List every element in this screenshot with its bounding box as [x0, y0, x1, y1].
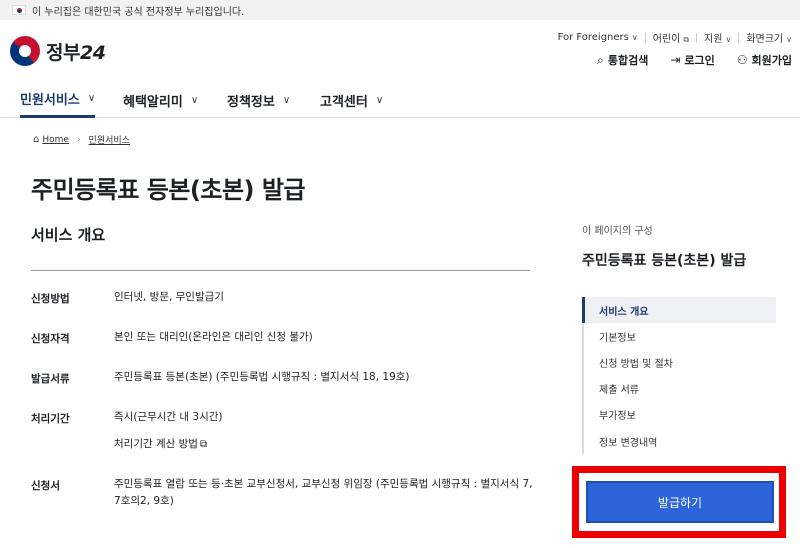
- detail-label-processing: 처리기간: [31, 413, 70, 425]
- processing-calc-link[interactable]: 처리기간 계산 방법 ⧉: [114, 436, 207, 453]
- login-icon: ⇥: [670, 53, 681, 67]
- breadcrumb-home-link[interactable]: Home: [42, 135, 69, 145]
- toc-caption: 이 페이지의 구성: [582, 226, 653, 237]
- support-menu[interactable]: 지원 ∨: [704, 30, 731, 45]
- chevron-right-icon: ›: [76, 134, 81, 145]
- breadcrumb-current-link[interactable]: 민원서비스: [89, 133, 130, 146]
- chevron-down-icon: ∨: [190, 94, 199, 106]
- nav-item-policy[interactable]: 정책정보 ∨: [227, 82, 290, 118]
- for-foreigners-menu[interactable]: For Foreigners ∨: [558, 32, 638, 43]
- nav-item-customer-center[interactable]: 고객센터 ∨: [320, 82, 383, 118]
- signup-button[interactable]: ⚇ 회원가입: [737, 52, 792, 68]
- external-link-icon: ⧉: [683, 35, 690, 44]
- toc-item-additional-info[interactable]: 부가정보: [584, 402, 776, 428]
- detail-value-documents: 주민등록표 등본(초본) (주민등록법 시행규칙 : 별지서식 18, 19호): [114, 371, 410, 383]
- detail-value-application-form: 주민등록표 열람 또는 등·초본 교부신청서, 교부신청 위임장 (주민등록법 …: [114, 478, 533, 507]
- detail-value-method: 인터넷, 방문, 무인발급기: [114, 291, 224, 303]
- toc-title: 주민등록표 등본(초본) 발급: [582, 253, 747, 269]
- gov-banner: 이 누리집은 대한민국 공식 전자정부 누리집입니다.: [0, 0, 800, 20]
- screen-size-menu[interactable]: 화면크기 ∨: [746, 30, 792, 45]
- toc-item-documents[interactable]: 제출 서류: [584, 376, 776, 402]
- login-button[interactable]: ⇥ 로그인: [670, 52, 714, 68]
- chevron-down-icon: ∨: [631, 33, 638, 42]
- site-logo[interactable]: 정부24: [10, 36, 106, 66]
- chevron-down-icon: ∨: [282, 94, 291, 106]
- breadcrumb: ⌂ Home › 민원서비스: [33, 133, 130, 146]
- detail-label-method: 신청방법: [31, 293, 70, 305]
- search-icon: ⌕: [597, 52, 604, 67]
- chevron-down-icon: ∨: [87, 93, 96, 104]
- popup-icon: ⧉: [199, 439, 208, 450]
- chevron-down-icon: ∨: [786, 35, 792, 44]
- detail-value-eligibility: 본인 또는 대리인(온라인은 대리인 신청 불가): [114, 331, 313, 343]
- home-icon: ⌂: [33, 134, 40, 145]
- nav-item-benefits[interactable]: 혜택알리미 ∨: [123, 82, 198, 118]
- toc-item-overview[interactable]: 서비스 개요: [582, 297, 776, 324]
- kids-link[interactable]: 어린이 ⧉: [653, 30, 689, 45]
- detail-label-application-form: 신청서: [31, 480, 60, 492]
- nav-item-civil-services[interactable]: 민원서비스 ∨: [20, 82, 96, 118]
- chevron-down-icon: ∨: [725, 35, 732, 44]
- gov-banner-text: 이 누리집은 대한민국 공식 전자정부 누리집입니다.: [32, 6, 245, 18]
- divider: [738, 32, 740, 43]
- issue-button[interactable]: 발급하기: [586, 481, 774, 523]
- header-actions: ⌕ 통합검색 ⇥ 로그인 ⚇ 회원가입: [575, 52, 792, 68]
- section-title: 서비스 개요: [31, 226, 106, 244]
- main-nav: 민원서비스 ∨ 혜택알리미 ∨ 정책정보 ∨ 고객센터 ∨: [0, 82, 800, 118]
- toc-item-procedure[interactable]: 신청 방법 및 절차: [584, 349, 776, 375]
- divider: [696, 32, 698, 43]
- detail-value-processing: 즉시(근무시간 내 3시간): [114, 411, 223, 423]
- chevron-down-icon: ∨: [375, 94, 384, 106]
- utility-menu: For Foreigners ∨ 어린이 ⧉ 지원 ∨ 화면크기 ∨: [558, 30, 792, 45]
- logo-text: 정부24: [46, 41, 106, 64]
- page-title: 주민등록표 등본(초본) 발급: [31, 176, 306, 204]
- section-divider: [31, 270, 530, 271]
- user-plus-icon: ⚇: [736, 53, 748, 67]
- government-emblem-icon: [10, 36, 40, 66]
- divider: [644, 32, 646, 43]
- toc-list: 서비스 개요 기본정보 신청 방법 및 절차 제출 서류 부가정보 정보 변경내…: [582, 297, 776, 455]
- korean-flag-icon: [12, 5, 26, 15]
- search-button[interactable]: ⌕ 통합검색: [597, 52, 648, 68]
- toc-item-basic-info[interactable]: 기본정보: [584, 323, 776, 349]
- detail-label-documents: 발급서류: [31, 373, 70, 385]
- detail-label-eligibility: 신청자격: [31, 333, 70, 345]
- toc-item-change-history[interactable]: 정보 변경내역: [584, 428, 776, 454]
